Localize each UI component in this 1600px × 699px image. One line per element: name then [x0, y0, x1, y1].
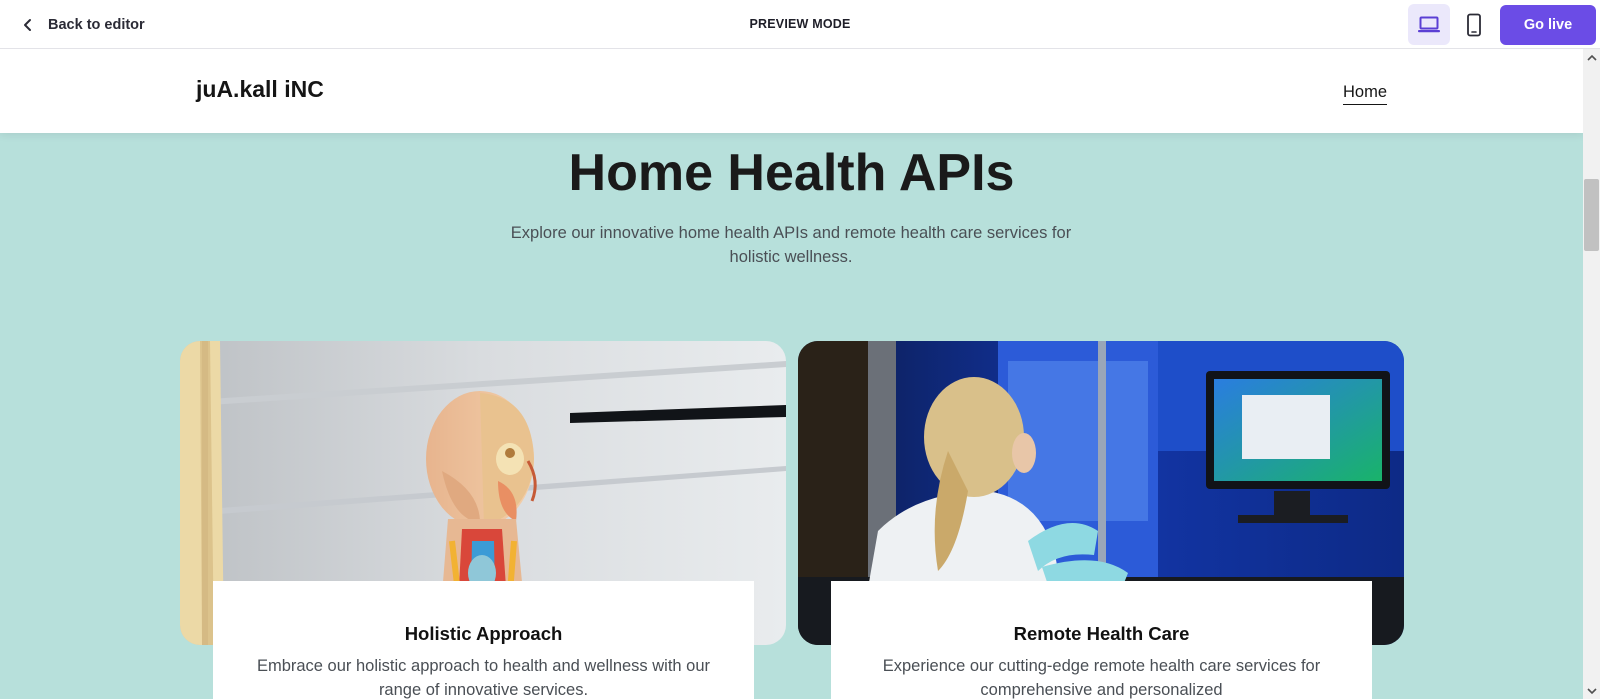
hero-subtitle: Explore our innovative home health APIs …: [510, 224, 1072, 266]
scroll-down-button[interactable]: [1583, 682, 1600, 699]
desktop-view-button[interactable]: [1408, 4, 1450, 45]
scroll-up-button[interactable]: [1583, 49, 1600, 66]
card-title: Holistic Approach: [404, 623, 563, 644]
editor-toolbar: Back to editor PREVIEW MODE Go live: [0, 0, 1600, 49]
card-remote-health-care: Remote Health Care Experience our cuttin…: [831, 581, 1372, 699]
scrollbar-thumb[interactable]: [1584, 179, 1599, 251]
site-header: juA.kall iNC Home: [0, 49, 1583, 133]
smartphone-icon: [1467, 13, 1481, 36]
site-logo[interactable]: juA.kall iNC: [196, 76, 324, 103]
laptop-icon: [1418, 16, 1440, 32]
vertical-scrollbar[interactable]: [1583, 49, 1600, 699]
chevron-up-icon: [1586, 54, 1597, 61]
card-holistic-approach: Holistic Approach Embrace our holistic a…: [213, 581, 754, 699]
card-text: Embrace our holistic approach to health …: [256, 657, 711, 699]
go-live-button[interactable]: Go live: [1500, 5, 1596, 45]
preview-mode-label: PREVIEW MODE: [749, 17, 851, 31]
hero-title: Home Health APIs: [568, 144, 1015, 202]
card-text: Experience our cutting-edge remote healt…: [882, 657, 1321, 699]
card-title: Remote Health Care: [1013, 623, 1190, 644]
nav-link-home[interactable]: Home: [1343, 83, 1388, 105]
mobile-view-button[interactable]: [1453, 4, 1495, 45]
chevron-down-icon: [1586, 687, 1597, 694]
site-preview: juA.kall iNC Home Home Health APIs Explo…: [0, 49, 1583, 699]
